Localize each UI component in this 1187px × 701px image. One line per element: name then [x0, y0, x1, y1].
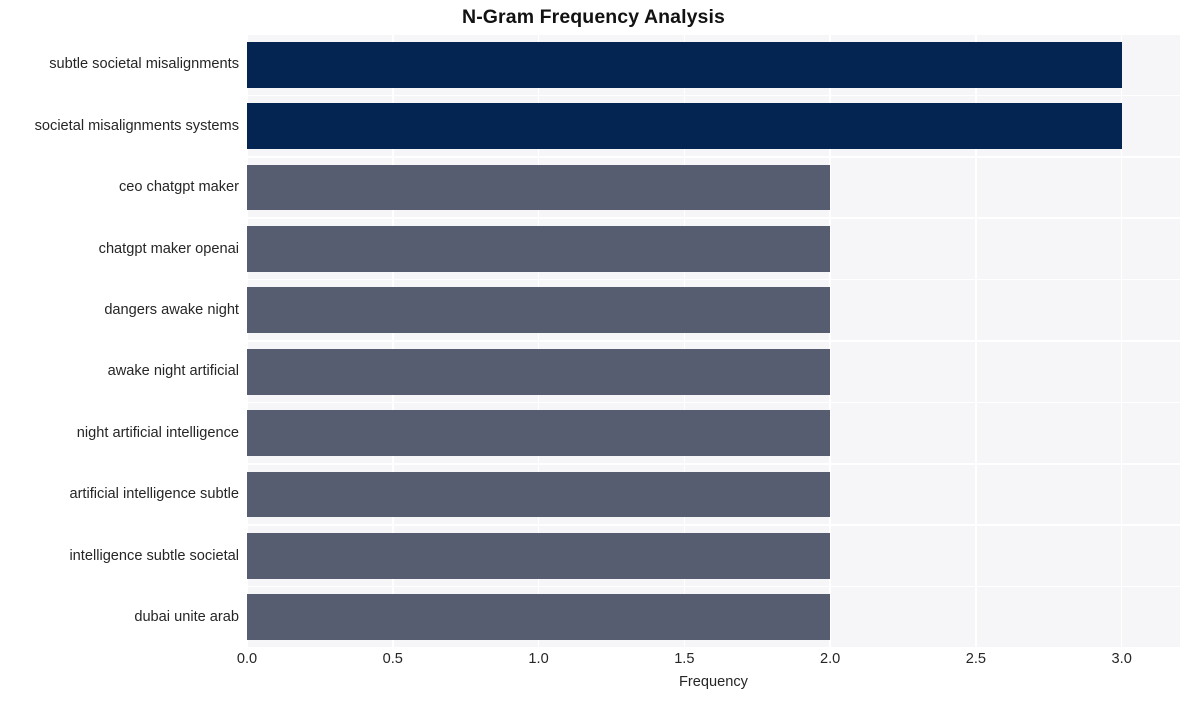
x-axis-tick-label: 0.5 [382, 651, 403, 667]
bar [247, 410, 831, 456]
y-axis-tick-label: intelligence subtle societal [69, 547, 239, 564]
bar [247, 41, 1122, 88]
y-axis-tick-label: dubai unite arab [134, 609, 239, 625]
bar-series [247, 34, 1180, 648]
y-axis-tick-label: subtle societal misalignments [49, 56, 239, 73]
x-axis-tick-labels: 0.0 0.5 1.0 1.5 2.0 2.5 3.0 [0, 652, 1187, 674]
x-axis-tick-label: 1.5 [674, 651, 695, 667]
bar [247, 533, 831, 579]
x-axis-tick-label: 1.0 [528, 651, 549, 667]
y-axis-tick-label: artificial intelligence subtle [69, 486, 239, 503]
bar [247, 226, 831, 272]
bar [247, 471, 831, 518]
bar [247, 103, 1122, 149]
x-axis-tick-label: 0.0 [236, 651, 258, 667]
x-axis-tick-label: 2.5 [965, 651, 987, 667]
x-axis-tick-label: 3.0 [1111, 651, 1132, 667]
y-axis-tick-labels: subtle societal misalignments societal mi… [0, 34, 239, 648]
bar [247, 164, 831, 211]
bar [247, 594, 831, 641]
x-axis-tick-label: 2.0 [819, 651, 841, 667]
page-title: N-Gram Frequency Analysis [462, 6, 725, 28]
plot-area [247, 34, 1180, 648]
bar [247, 287, 831, 334]
chart-figure: N-Gram Frequency Analysis subtle societa… [0, 0, 1187, 701]
y-axis-tick-label: night artificial intelligence [76, 424, 239, 441]
y-axis-tick-label: societal misalignments systems [34, 117, 239, 134]
x-axis-title: Frequency [679, 674, 748, 690]
bar [247, 348, 831, 395]
y-axis-tick-label: ceo chatgpt maker [118, 179, 239, 196]
y-axis-tick-label: awake night artificial [107, 363, 239, 380]
y-axis-tick-label: dangers awake night [104, 302, 239, 318]
y-axis-tick-label: chatgpt maker openai [98, 240, 239, 257]
